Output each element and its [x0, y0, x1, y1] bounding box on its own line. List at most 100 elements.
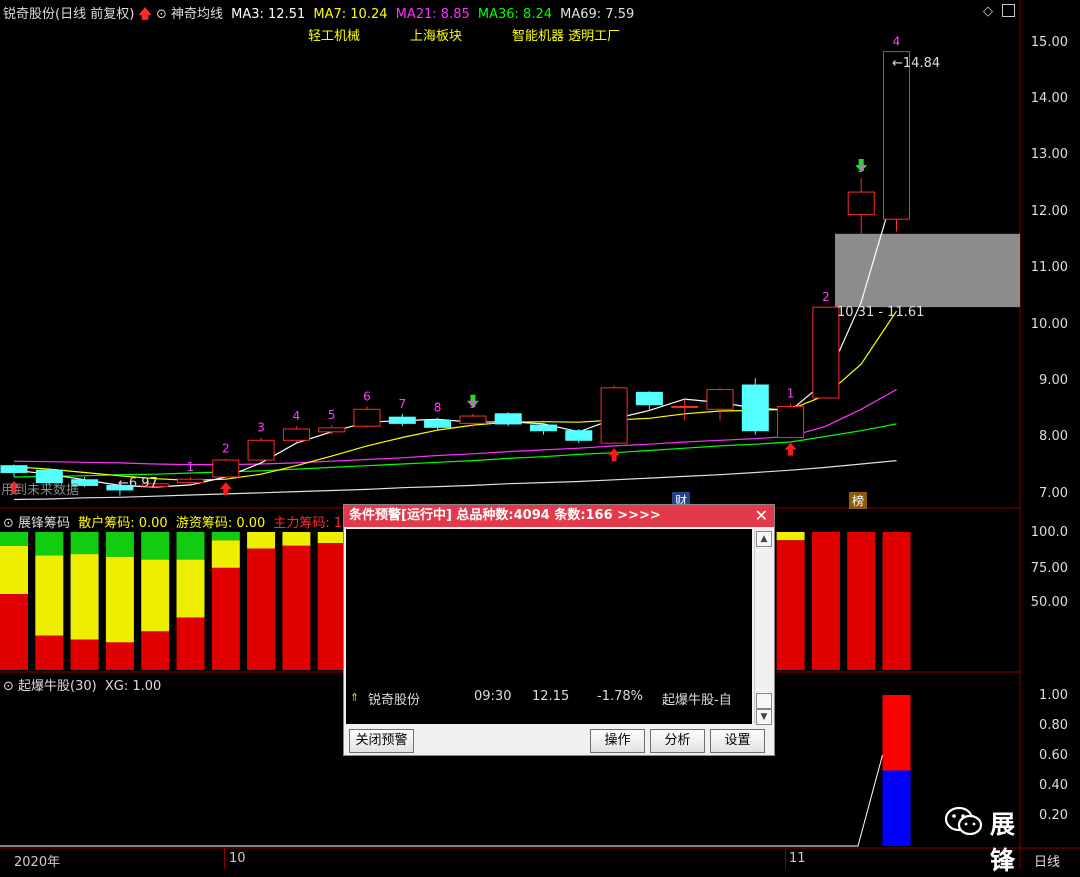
chip-green-segment — [176, 532, 205, 560]
analyze-button[interactable]: 分析 — [650, 729, 705, 753]
condition-alert-dialog[interactable]: 条件预警[运行中] 总品种数:4094 条数:166 >>>> ✕ ⇑ 锐奇股份… — [343, 504, 775, 756]
chip-yellow-segment — [176, 559, 205, 618]
chip-yellow-segment — [70, 554, 99, 640]
arrow-left-icon: ← — [892, 56, 903, 71]
candle-up — [706, 389, 734, 410]
time-tick — [224, 848, 225, 869]
period-selector[interactable]: 日线 — [1034, 851, 1060, 870]
count-label: 2 — [822, 290, 830, 304]
concept-label[interactable]: 轻工机械 — [308, 25, 360, 44]
price-axis-label: 9.00 — [1039, 373, 1068, 389]
chip-axis-label: 75.00 — [1030, 561, 1068, 576]
concept-label[interactable]: 上海板块 — [410, 25, 462, 44]
price-axis-label: 15.00 — [1030, 34, 1068, 50]
candle-down — [741, 384, 769, 432]
close-icon[interactable]: ✕ — [755, 505, 768, 527]
chip-yellow-segment — [105, 556, 134, 643]
chip-red-segment — [247, 548, 276, 670]
count-label: 8 — [434, 401, 442, 415]
concept-label[interactable]: 智能机器 透明工厂 — [512, 25, 620, 44]
diamond-icon[interactable]: ◇ — [983, 4, 993, 19]
count-label: 6 — [363, 389, 371, 403]
chip-panel-header: ⊙ 展锋筹码 散户筹码: 0.00 游资筹码: 0.00 主力筹码: 1 — [3, 512, 342, 531]
price-axis-label: 13.00 — [1030, 147, 1068, 163]
price-axis-label: 10.00 — [1030, 316, 1068, 332]
chip-green-segment — [211, 532, 240, 541]
candle-up — [318, 427, 346, 433]
ma69-value: MA69: 7.59 — [560, 7, 635, 22]
indicator-name[interactable]: 神奇均线 — [171, 7, 223, 22]
signal-axis-label: 1.00 — [1039, 688, 1068, 703]
collapse-icon[interactable]: ⊙ — [156, 7, 167, 22]
candle-down — [424, 420, 452, 428]
candle-up — [777, 405, 805, 438]
retail-chip-value: 散户筹码: 0.00 — [78, 516, 168, 531]
wechat-icon — [944, 806, 983, 836]
chip-panel-name[interactable]: 展锋筹码 — [18, 516, 70, 531]
candle-up — [247, 439, 275, 461]
price-axis-label: 7.00 — [1039, 485, 1068, 501]
settings-button[interactable]: 设置 — [710, 729, 765, 753]
chip-green-segment — [35, 532, 64, 556]
chip-yellow-segment — [35, 555, 64, 636]
scroll-down-icon[interactable]: ▼ — [756, 709, 772, 725]
chip-green-segment — [0, 532, 28, 546]
xg-line — [0, 754, 883, 847]
candle-up — [812, 306, 840, 399]
rank-badge[interactable]: 榜 — [849, 492, 868, 509]
alert-scrollbar[interactable]: ▲ ▼ — [754, 529, 772, 725]
future-data-warning: 用到未来数据 — [1, 483, 80, 498]
main-chip-value: 主力筹码: 1 — [273, 516, 343, 531]
chip-red-segment — [882, 532, 911, 670]
close-alert-button[interactable]: 关闭预警 — [349, 729, 414, 753]
xg-blue-bar — [882, 770, 911, 846]
scroll-thumb[interactable] — [756, 693, 772, 709]
scroll-up-icon[interactable]: ▲ — [756, 531, 772, 547]
chip-green-segment — [141, 532, 170, 560]
operate-button[interactable]: 操作 — [590, 729, 645, 753]
chip-yellow-segment — [317, 532, 346, 544]
chip-red-segment — [847, 532, 876, 670]
time-axis-month: 11 — [789, 851, 806, 866]
count-label: 9 — [469, 397, 477, 411]
dialog-title: 条件预警[运行中] 总品种数:4094 条数:166 >>>> — [349, 508, 661, 523]
ma7-value: MA7: 10.24 — [313, 7, 388, 22]
maximize-icon[interactable] — [1002, 4, 1015, 17]
count-label: 5 — [328, 408, 336, 422]
chip-red-segment — [211, 567, 240, 670]
collapse-icon[interactable]: ⊙ — [3, 679, 14, 694]
count-label: 2 — [222, 441, 230, 455]
candle-up — [282, 428, 310, 441]
chip-yellow-segment — [282, 532, 311, 546]
alert-change: -1.78% — [597, 689, 643, 704]
chip-red-segment — [176, 617, 205, 670]
signal-axis-label: 0.80 — [1039, 718, 1068, 733]
alert-list[interactable]: ⇑ 锐奇股份 09:30 12.15 -1.78% 起爆牛股-自 — [346, 529, 752, 724]
candle-up — [847, 191, 875, 216]
candle-up — [353, 408, 381, 427]
ma21-value: MA21: 8.85 — [395, 7, 470, 22]
ma3-value: MA3: 12.51 — [231, 7, 306, 22]
signal-axis-label: 0.20 — [1039, 808, 1068, 823]
candle-up — [459, 415, 487, 424]
collapse-icon[interactable]: ⊙ — [3, 516, 14, 531]
zone-range-label: 10.31 - 11.61 — [837, 305, 925, 320]
dialog-title-bar[interactable]: 条件预警[运行中] 总品种数:4094 条数:166 >>>> ✕ — [344, 505, 774, 527]
signal-panel-name[interactable]: 起爆牛股(30) — [18, 679, 97, 694]
time-tick — [785, 848, 786, 869]
candle-down — [530, 424, 557, 432]
arrow-left-icon: ← — [118, 476, 129, 491]
price-axis-label: 8.00 — [1039, 429, 1068, 445]
ma36-value: MA36: 8.24 — [477, 7, 552, 22]
watermark-text: 展锋 — [990, 810, 1016, 875]
candle-up — [883, 51, 910, 220]
chip-yellow-segment — [211, 540, 240, 568]
chip-red-segment — [0, 594, 28, 670]
count-label: 1 — [787, 387, 795, 401]
chip-yellow-segment — [776, 532, 805, 541]
candle-up — [600, 387, 628, 444]
candle-up — [671, 405, 699, 408]
stock-title[interactable]: 锐奇股份(日线 前复权) — [3, 7, 134, 22]
chart-header: 锐奇股份(日线 前复权) 🡅 ⊙ 神奇均线 MA3: 12.51 MA7: 10… — [3, 3, 634, 27]
count-label: 1 — [187, 460, 195, 474]
